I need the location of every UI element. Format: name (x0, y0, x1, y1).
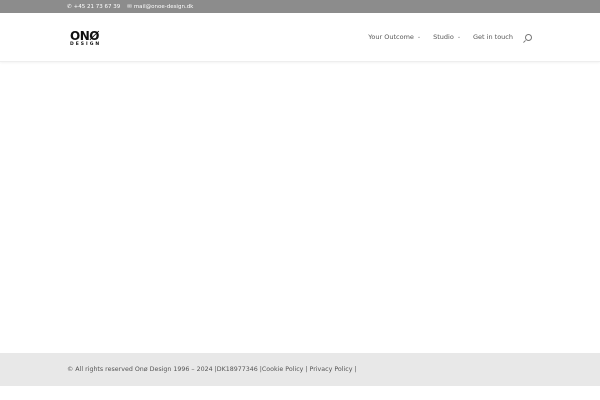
phone-link[interactable]: ✆ +45 21 73 67 39 (67, 4, 120, 10)
chevron-down-icon: ⌄ (416, 34, 422, 40)
nav-get-in-touch[interactable]: Get in touch (473, 33, 513, 41)
nav-your-outcome[interactable]: Your Outcome ⌄ (368, 33, 421, 41)
footer: © All rights reserved Onø Design 1996 – … (0, 353, 600, 386)
top-bar: ✆ +45 21 73 67 39 ✉ mail@onoe-design.dk (0, 0, 600, 13)
privacy-policy-link[interactable]: Privacy Policy (310, 366, 353, 373)
logo[interactable]: ONØ DESIGN (70, 30, 106, 47)
phone-icon: ✆ (67, 3, 72, 10)
nav-studio[interactable]: Studio ⌄ (433, 33, 461, 41)
cookie-policy-link[interactable]: Cookie Policy (262, 366, 304, 373)
search-icon[interactable] (525, 33, 532, 41)
main-nav: Your Outcome ⌄ Studio ⌄ Get in touch (368, 33, 532, 41)
header: ONØ DESIGN Your Outcome ⌄ Studio ⌄ Get in … (0, 13, 600, 62)
mail-icon: ✉ (127, 3, 132, 10)
chevron-down-icon: ⌄ (456, 34, 462, 40)
email-link[interactable]: ✉ mail@onoe-design.dk (127, 4, 193, 10)
